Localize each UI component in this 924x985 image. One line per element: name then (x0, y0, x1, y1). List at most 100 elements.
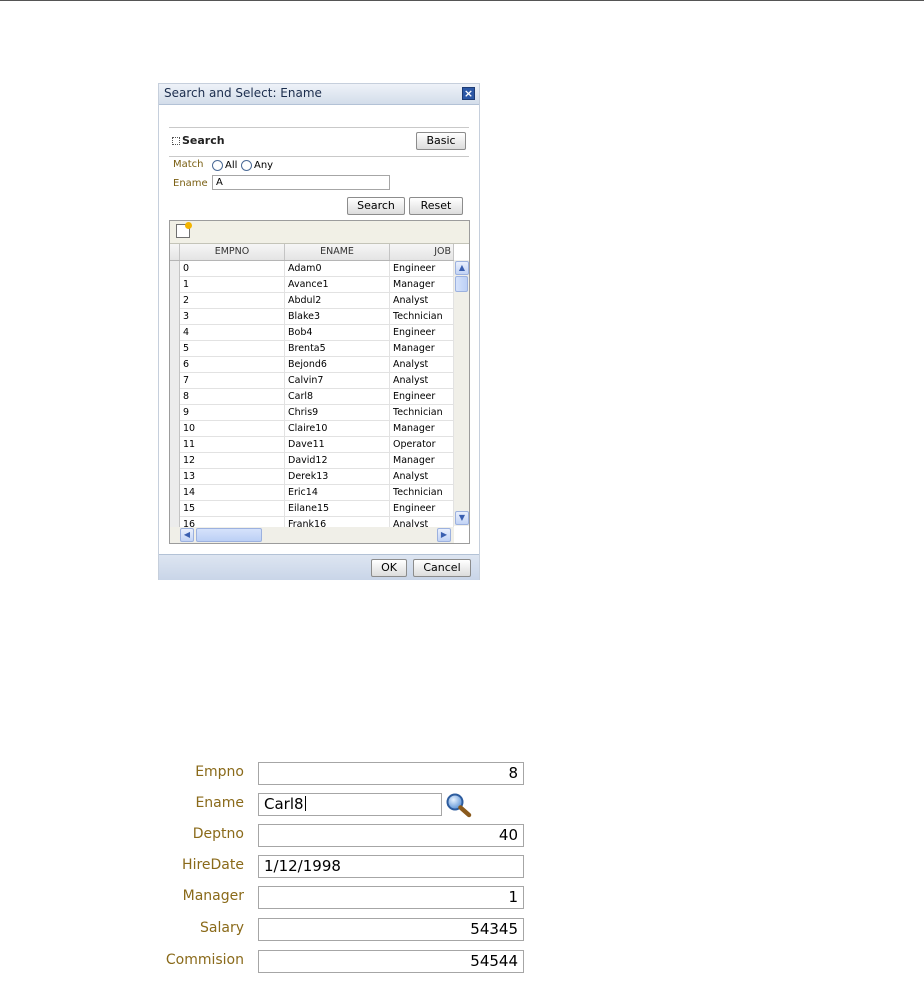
commision-field[interactable]: 54544 (258, 950, 524, 973)
horizontal-scroll-thumb[interactable] (196, 528, 262, 542)
table-row[interactable]: 8 Carl8 Engineer (170, 389, 454, 405)
table-row[interactable]: 5 Brenta5 Manager (170, 341, 454, 357)
table-row[interactable]: 9 Chris9 Technician (170, 405, 454, 421)
table-body: 0 Adam0 Engineer 1 Avance1 Manager 2 Abdul2 Anal… (170, 261, 454, 527)
results-grid: EMPNO ENAME JOB 0 Adam0 Engineer 1 Avance1 Ma… (170, 244, 454, 527)
cell-ename: Claire10 (285, 421, 390, 437)
cell-empno: 7 (180, 373, 285, 389)
row-header[interactable] (170, 261, 180, 277)
cell-empno: 12 (180, 453, 285, 469)
table-row[interactable]: 13 Derek13 Analyst (170, 469, 454, 485)
row-header[interactable] (170, 373, 180, 389)
row-header[interactable] (170, 325, 180, 341)
commision-label: Commision (165, 952, 244, 968)
empno-field[interactable]: 8 (258, 762, 524, 785)
basic-button[interactable]: Basic (416, 132, 466, 150)
ename-field[interactable]: Carl8 (258, 793, 442, 816)
deptno-field[interactable]: 40 (258, 824, 524, 847)
table-row[interactable]: 6 Bejond6 Analyst (170, 357, 454, 373)
scroll-down-icon[interactable]: ▼ (455, 511, 469, 525)
row-header[interactable] (170, 421, 180, 437)
cell-empno: 14 (180, 485, 285, 501)
match-all-radio[interactable] (212, 160, 223, 171)
row-header[interactable] (170, 437, 180, 453)
column-header-job[interactable]: JOB (390, 244, 454, 260)
cell-job: Analyst (390, 293, 454, 309)
table-row[interactable]: 2 Abdul2 Analyst (170, 293, 454, 309)
row-header[interactable] (170, 469, 180, 485)
cell-ename: Carl8 (285, 389, 390, 405)
vertical-scrollbar[interactable]: ▲ ▼ (454, 260, 469, 526)
table-row[interactable]: 4 Bob4 Engineer (170, 325, 454, 341)
table-row[interactable]: 3 Blake3 Technician (170, 309, 454, 325)
search-button[interactable]: Search (347, 197, 405, 215)
table-row[interactable]: 12 David12 Manager (170, 453, 454, 469)
table-row[interactable]: 14 Eric14 Technician (170, 485, 454, 501)
ename-label: Ename (195, 795, 244, 811)
search-select-dialog: Search and Select: Ename × Search Basic … (158, 83, 480, 580)
cell-ename: Chris9 (285, 405, 390, 421)
reset-button[interactable]: Reset (409, 197, 463, 215)
cell-empno: 16 (180, 517, 285, 527)
ename-search-input[interactable]: A (212, 175, 390, 190)
row-header[interactable] (170, 309, 180, 325)
row-header[interactable] (170, 501, 180, 517)
scroll-up-icon[interactable]: ▲ (455, 261, 469, 275)
hiredate-field[interactable]: 1/12/1998 (258, 855, 524, 878)
table-row[interactable]: 15 Eilane15 Engineer (170, 501, 454, 517)
ok-button[interactable]: OK (371, 559, 407, 577)
cell-job: Technician (390, 405, 454, 421)
cell-ename: Brenta5 (285, 341, 390, 357)
cell-ename: Adam0 (285, 261, 390, 277)
row-header[interactable] (170, 405, 180, 421)
manager-field[interactable]: 1 (258, 886, 524, 909)
dialog-footer: OK Cancel (159, 554, 479, 580)
close-icon[interactable]: × (462, 87, 475, 100)
scroll-left-icon[interactable]: ◀ (180, 528, 194, 542)
table-row[interactable]: 0 Adam0 Engineer (170, 261, 454, 277)
salary-field[interactable]: 54345 (258, 918, 524, 941)
cell-job: Manager (390, 453, 454, 469)
cell-ename: Dave11 (285, 437, 390, 453)
table-row[interactable]: 11 Dave11 Operator (170, 437, 454, 453)
column-header-empno[interactable]: EMPNO (180, 244, 285, 260)
vertical-scroll-thumb[interactable] (455, 276, 468, 292)
row-header[interactable] (170, 517, 180, 527)
cell-ename: Frank16 (285, 517, 390, 527)
cell-empno: 4 (180, 325, 285, 341)
cancel-button[interactable]: Cancel (413, 559, 471, 577)
scroll-right-icon[interactable]: ▶ (437, 528, 451, 542)
row-header[interactable] (170, 341, 180, 357)
cell-ename: Blake3 (285, 309, 390, 325)
row-header[interactable] (170, 277, 180, 293)
hiredate-label: HireDate (182, 857, 244, 873)
manager-label: Manager (182, 888, 244, 904)
table-row[interactable]: 10 Claire10 Manager (170, 421, 454, 437)
top-rule (0, 0, 924, 1)
row-header[interactable] (170, 453, 180, 469)
cell-empno: 8 (180, 389, 285, 405)
cell-ename: Eilane15 (285, 501, 390, 517)
search-icon[interactable] (445, 792, 473, 818)
cell-job: Engineer (390, 325, 454, 341)
cell-ename: David12 (285, 453, 390, 469)
cell-job: Technician (390, 309, 454, 325)
cell-ename: Bejond6 (285, 357, 390, 373)
cell-job: Manager (390, 341, 454, 357)
table-toolbar (170, 221, 469, 244)
row-header[interactable] (170, 293, 180, 309)
cell-job: Analyst (390, 469, 454, 485)
table-row[interactable]: 16 Frank16 Analyst (170, 517, 454, 527)
row-header[interactable] (170, 485, 180, 501)
new-record-icon[interactable] (176, 222, 192, 238)
table-row[interactable]: 1 Avance1 Manager (170, 277, 454, 293)
cell-job: Analyst (390, 373, 454, 389)
match-any-radio[interactable] (241, 160, 252, 171)
row-header[interactable] (170, 389, 180, 405)
table-row[interactable]: 7 Calvin7 Analyst (170, 373, 454, 389)
horizontal-scrollbar[interactable]: ◀ ▶ (170, 527, 454, 543)
column-header-ename[interactable]: ENAME (285, 244, 390, 260)
ename-search-label: Ename (173, 178, 208, 189)
row-header[interactable] (170, 357, 180, 373)
search-section-toggle[interactable]: Search (172, 134, 225, 147)
